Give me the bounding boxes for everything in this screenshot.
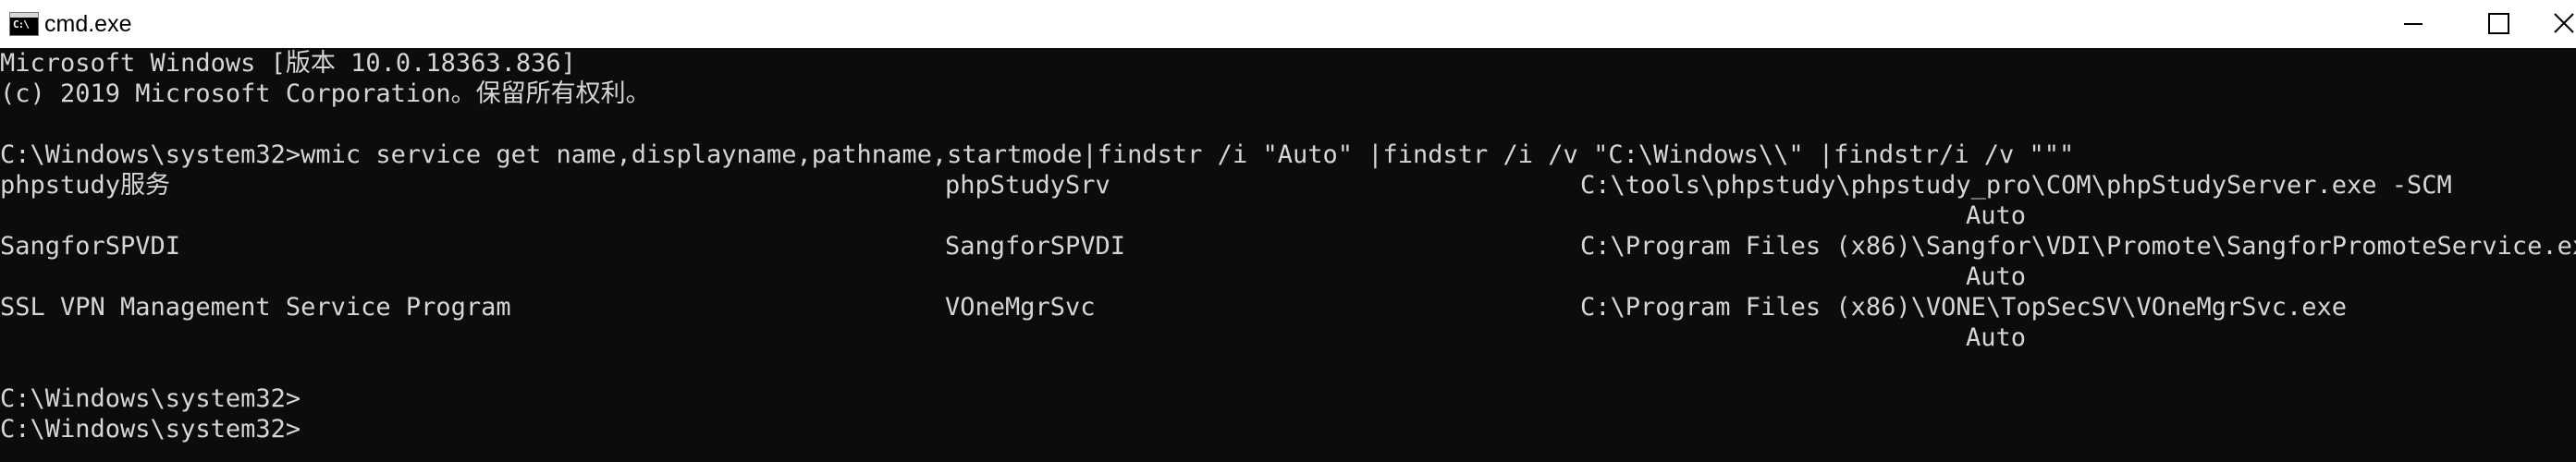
service-startmode: Auto: [1966, 323, 2027, 352]
service-displayname: SSL VPN Management Service Program: [0, 293, 511, 322]
prompt-line: C:\Windows\system32>: [0, 415, 301, 444]
service-startmode: Auto: [1966, 262, 2027, 291]
title-bar[interactable]: C:\ cmd.exe: [0, 0, 2576, 48]
maximize-button[interactable]: [2458, 0, 2532, 48]
prompt-line: C:\Windows\system32>: [0, 384, 301, 413]
service-displayname: SangforSPVDI: [0, 232, 181, 261]
cmd-console-icon[interactable]: C:\: [9, 12, 39, 36]
window-title: cmd.exe: [44, 11, 132, 37]
command-line: C:\Windows\system32>wmic service get nam…: [0, 140, 2075, 169]
service-displayname: phpstudy服务: [0, 171, 171, 200]
maximize-icon: [2488, 13, 2509, 34]
minimize-icon: [2404, 23, 2423, 25]
service-name: VOneMgrSvc: [945, 293, 1096, 322]
service-name: SangforSPVDI: [945, 232, 1126, 261]
service-startmode: Auto: [1966, 201, 2027, 230]
console-header-line: Microsoft Windows [版本 10.0.18363.836]: [0, 49, 576, 78]
close-button[interactable]: [2546, 0, 2576, 48]
icon-title-strip: [10, 13, 38, 18]
console-output[interactable]: Microsoft Windows [版本 10.0.18363.836] (c…: [0, 48, 2576, 462]
service-pathname: C:\Program Files (x86)\Sangfor\VDI\Promo…: [1580, 232, 2576, 261]
service-pathname: C:\Program Files (x86)\VONE\TopSecSV\VOn…: [1580, 293, 2348, 322]
service-name: phpStudySrv: [945, 171, 1110, 200]
console-header-line: (c) 2019 Microsoft Corporation。保留所有权利。: [0, 79, 651, 108]
icon-prompt-glyph: C:\: [13, 18, 30, 30]
close-icon: [2554, 13, 2574, 33]
minimize-button[interactable]: [2373, 0, 2447, 48]
service-pathname: C:\tools\phpstudy\phpstudy_pro\COM\phpSt…: [1580, 171, 2452, 200]
